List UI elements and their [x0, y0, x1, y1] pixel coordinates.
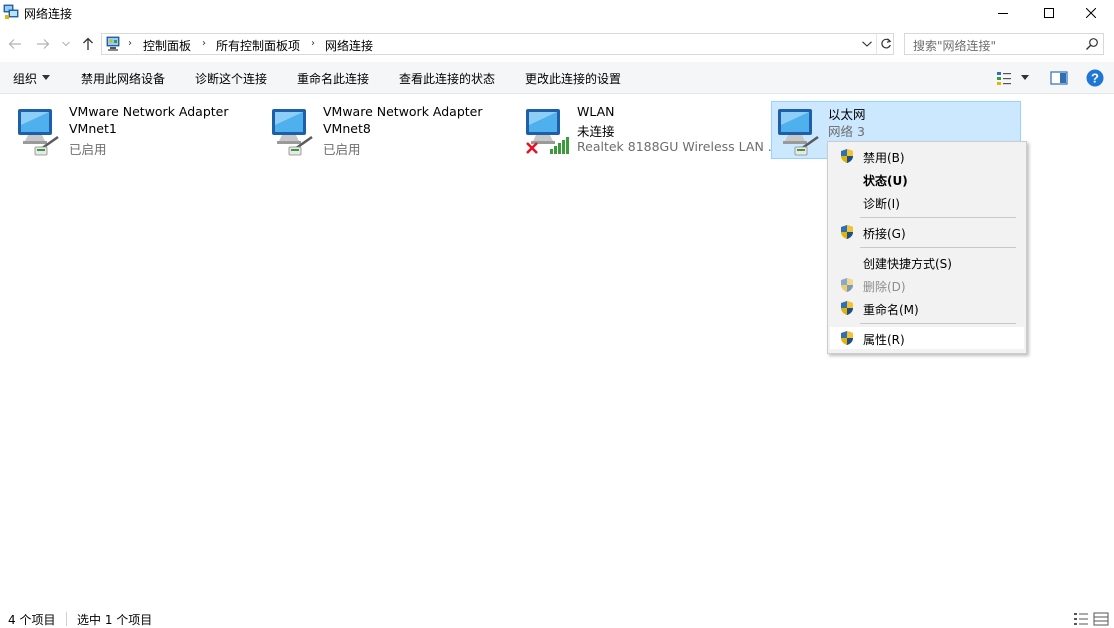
- uac-shield-icon: [841, 301, 853, 315]
- rename-connection-button[interactable]: 重命名此连接: [297, 70, 369, 87]
- maximize-icon: [1044, 8, 1054, 18]
- breadcrumb-all-items[interactable]: 所有控制面板项: [216, 37, 300, 54]
- breadcrumb-network-connections[interactable]: 网络连接: [325, 37, 373, 54]
- connection-network: 网络 3: [828, 124, 865, 139]
- connection-vmnet1[interactable]: VMware Network Adapter VMnet1 已启用: [4, 101, 254, 159]
- refresh-button[interactable]: [876, 34, 894, 54]
- up-button[interactable]: [80, 36, 96, 52]
- menu-item-create-shortcut[interactable]: 创建快捷方式(S): [830, 251, 1024, 273]
- back-button[interactable]: [7, 36, 23, 52]
- caret-down-icon: [42, 75, 50, 80]
- view-status-button[interactable]: 查看此连接的状态: [399, 70, 495, 87]
- arrow-left-icon: [8, 39, 21, 49]
- menu-item-status[interactable]: 状态(U): [830, 168, 1024, 190]
- menu-separator: [860, 247, 1016, 248]
- menu-item-label: 重命名(M): [863, 303, 919, 317]
- connection-wlan[interactable]: WLAN 未连接 Realtek 8188GU Wireless LAN ...: [512, 101, 780, 159]
- menu-item-label: 属性(R): [863, 333, 905, 347]
- search-box[interactable]: 搜索"网络连接": [904, 33, 1104, 55]
- menu-item-rename[interactable]: 重命名(M): [830, 297, 1024, 319]
- search-icon[interactable]: [1085, 37, 1099, 51]
- address-dropdown-button[interactable]: [859, 34, 875, 54]
- menu-item-label: 状态(U): [863, 174, 908, 188]
- selected-count: 选中 1 个项目: [77, 613, 153, 627]
- network-adapter-icon: [272, 109, 313, 156]
- connection-status: 已启用: [69, 142, 107, 157]
- status-bar: 4 个项目 选中 1 个项目: [0, 606, 1114, 628]
- menu-item-label: 禁用(B): [863, 151, 905, 165]
- diagnose-connection-button[interactable]: 诊断这个连接: [195, 70, 267, 87]
- menu-separator: [860, 323, 1016, 324]
- window-title: 网络连接: [24, 7, 73, 21]
- connection-network: VMnet1: [69, 121, 117, 136]
- command-bar: 组织 禁用此网络设备 诊断这个连接 重命名此连接 查看此连接的状态 更改此连接的…: [0, 62, 1114, 94]
- breadcrumb-separator[interactable]: ›: [311, 38, 315, 49]
- close-icon: [1086, 8, 1096, 18]
- disable-device-button[interactable]: 禁用此网络设备: [81, 70, 165, 87]
- connection-vmnet8[interactable]: VMware Network Adapter VMnet8 已启用: [258, 101, 508, 159]
- breadcrumb-control-panel[interactable]: 控制面板: [143, 37, 191, 54]
- chevron-down-icon: [862, 41, 872, 47]
- breadcrumb-separator[interactable]: ›: [202, 38, 206, 49]
- minimize-icon: [998, 13, 1008, 14]
- item-count: 4 个项目: [8, 613, 56, 627]
- network-connections-window: 网络连接 › 控制面板 › 所有控制面板项 › 网络连接 搜索"网络连接" 组织…: [0, 0, 1114, 628]
- connection-name: VMware Network Adapter: [323, 104, 483, 119]
- menu-item-label: 桥接(G): [863, 227, 906, 241]
- help-icon[interactable]: ?: [1086, 69, 1104, 87]
- menu-item-label: 删除(D): [863, 280, 906, 294]
- wireless-adapter-icon: [526, 109, 569, 154]
- refresh-icon: [880, 38, 891, 49]
- view-options-icon[interactable]: [996, 70, 1012, 86]
- menu-separator: [860, 217, 1016, 218]
- network-adapter-icon: [18, 109, 59, 156]
- menu-item-properties[interactable]: 属性(R): [830, 327, 1024, 349]
- navigation-row: › 控制面板 › 所有控制面板项 › 网络连接 搜索"网络连接": [0, 30, 1114, 58]
- connection-network: VMnet8: [323, 121, 371, 136]
- context-menu: 禁用(B) 状态(U) 诊断(I) 桥接(G) 创建快捷方式(S) 删除(D) …: [827, 141, 1027, 354]
- arrow-right-icon: [37, 39, 50, 49]
- view-options-dropdown[interactable]: [1021, 75, 1029, 80]
- network-adapter-icon: [778, 109, 819, 156]
- connection-name: VMware Network Adapter: [69, 104, 229, 119]
- details-view-icon[interactable]: [1073, 612, 1089, 626]
- svg-text:?: ?: [1091, 71, 1099, 86]
- connection-name: WLAN: [577, 104, 615, 119]
- minimize-button[interactable]: [980, 0, 1026, 26]
- recent-locations-button[interactable]: [60, 36, 72, 52]
- chevron-down-icon: [62, 41, 70, 47]
- close-button[interactable]: [1068, 0, 1114, 26]
- preview-pane-icon[interactable]: [1050, 70, 1068, 86]
- menu-item-label: 创建快捷方式(S): [863, 257, 952, 271]
- status-divider: [66, 612, 67, 626]
- search-placeholder: 搜索"网络连接": [913, 39, 997, 53]
- maximize-button[interactable]: [1026, 0, 1072, 26]
- address-bar[interactable]: › 控制面板 › 所有控制面板项 › 网络连接: [101, 33, 894, 55]
- breadcrumb-separator[interactable]: ›: [128, 38, 132, 49]
- connection-status: 已启用: [323, 142, 361, 157]
- control-panel-icon: [106, 36, 120, 51]
- network-connections-icon: [3, 4, 19, 19]
- menu-item-diagnose[interactable]: 诊断(I): [830, 191, 1024, 213]
- uac-shield-icon: [841, 278, 853, 292]
- arrow-up-icon: [83, 37, 93, 50]
- change-settings-button[interactable]: 更改此连接的设置: [525, 70, 621, 87]
- title-bar: 网络连接: [0, 0, 1114, 26]
- menu-item-bridge[interactable]: 桥接(G): [830, 221, 1024, 243]
- connection-network: 未连接: [577, 124, 615, 139]
- uac-shield-icon: [841, 331, 853, 345]
- connection-device: Realtek 8188GU Wireless LAN ...: [577, 139, 780, 154]
- large-icons-view-icon[interactable]: [1093, 612, 1109, 626]
- forward-button[interactable]: [35, 36, 51, 52]
- organize-button[interactable]: 组织: [13, 70, 37, 87]
- menu-item-label: 诊断(I): [863, 197, 900, 211]
- uac-shield-icon: [841, 225, 853, 239]
- menu-item-disable[interactable]: 禁用(B): [830, 145, 1024, 167]
- menu-item-delete[interactable]: 删除(D): [830, 274, 1024, 296]
- uac-shield-icon: [841, 149, 853, 163]
